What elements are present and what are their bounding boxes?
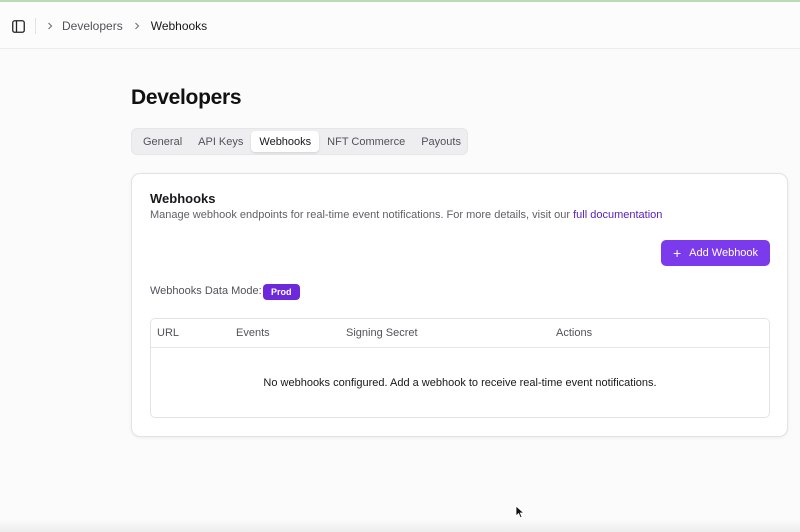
tab-payouts[interactable]: Payouts (413, 131, 469, 152)
chevron-right-icon (46, 22, 54, 30)
add-webhook-label: Add Webhook (689, 247, 759, 259)
tab-nft-commerce[interactable]: NFT Commerce (319, 131, 413, 152)
tab-webhooks[interactable]: Webhooks (251, 131, 320, 152)
data-mode-badge[interactable]: Prod (263, 284, 300, 300)
page-title: Developers (131, 86, 242, 109)
topbar-divider (35, 18, 36, 34)
column-url: URL (157, 327, 180, 339)
card-description: Manage webhook endpoints for real-time e… (150, 209, 662, 221)
bottom-edge (0, 520, 800, 532)
empty-state-message: No webhooks configured. Add a webhook to… (263, 377, 657, 389)
card-title: Webhooks (150, 191, 216, 206)
column-signing-secret: Signing Secret (346, 327, 418, 339)
card-description-text: Manage webhook endpoints for real-time e… (150, 209, 574, 221)
tab-list: General API Keys Webhooks NFT Commerce P… (131, 128, 468, 155)
breadcrumb-webhooks: Webhooks (150, 19, 208, 33)
table-header: URL Events Signing Secret Actions (151, 319, 769, 348)
top-bar: Developers Webhooks (0, 2, 800, 49)
column-actions: Actions (556, 327, 593, 339)
column-events: Events (236, 327, 270, 339)
breadcrumb-developers[interactable]: Developers (62, 19, 123, 33)
sidebar-toggle-icon[interactable] (10, 18, 26, 34)
webhooks-table: URL Events Signing Secret Actions No web… (150, 318, 770, 418)
plus-icon: + (672, 245, 682, 261)
add-webhook-button[interactable]: + Add Webhook (661, 240, 770, 266)
breadcrumb: Developers Webhooks (46, 18, 207, 34)
webhooks-card: Webhooks Manage webhook endpoints for re… (131, 173, 788, 437)
data-mode-label: Webhooks Data Mode: (150, 285, 262, 297)
full-documentation-link[interactable]: full documentation (573, 209, 662, 221)
tab-general[interactable]: General (135, 131, 190, 152)
tab-api-keys[interactable]: API Keys (190, 131, 251, 152)
chevron-right-icon (133, 22, 141, 30)
